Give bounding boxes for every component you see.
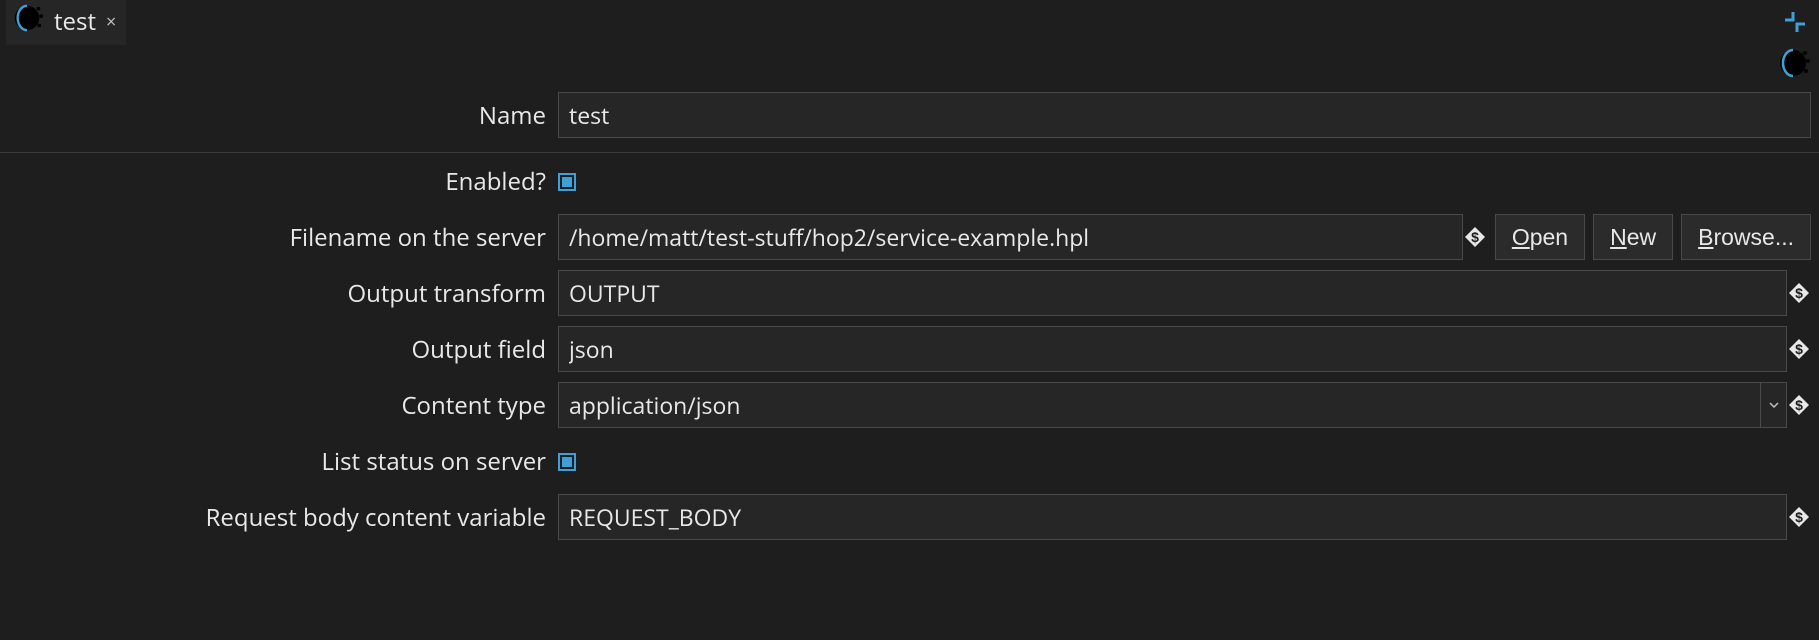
- content-type-input[interactable]: [559, 383, 1760, 427]
- tab-title: test: [54, 5, 96, 38]
- variable-icon[interactable]: [1787, 337, 1811, 361]
- content-type-combo[interactable]: [558, 382, 1787, 428]
- label-list-status: List status on server: [0, 445, 558, 478]
- row-enabled: Enabled?: [0, 153, 1819, 209]
- row-list-status: List status on server: [0, 433, 1819, 489]
- enabled-checkbox[interactable]: [558, 173, 576, 191]
- output-transform-input[interactable]: [558, 270, 1787, 316]
- row-output-field: Output field: [0, 321, 1819, 377]
- world-icon[interactable]: [1777, 47, 1811, 86]
- variable-icon[interactable]: [1787, 393, 1811, 417]
- close-icon[interactable]: ×: [106, 13, 116, 31]
- variable-icon[interactable]: [1787, 281, 1811, 305]
- row-request-body: Request body content variable: [0, 489, 1819, 545]
- list-status-checkbox[interactable]: [558, 453, 576, 471]
- open-rest: pen: [1530, 224, 1568, 250]
- variable-icon[interactable]: [1463, 225, 1487, 249]
- output-field-input[interactable]: [558, 326, 1787, 372]
- browse-button[interactable]: Browse...: [1681, 214, 1811, 260]
- tab-test[interactable]: test ×: [6, 0, 126, 45]
- collapse-icon[interactable]: [1777, 6, 1813, 38]
- open-button[interactable]: Open: [1495, 214, 1585, 260]
- filename-input[interactable]: [558, 214, 1463, 260]
- row-name: Name: [0, 88, 1819, 153]
- chevron-down-icon[interactable]: [1760, 383, 1786, 427]
- label-name: Name: [0, 99, 558, 132]
- tab-bar: test ×: [0, 0, 1819, 44]
- request-body-input[interactable]: [558, 494, 1787, 540]
- new-rest: ew: [1627, 224, 1656, 250]
- label-content-type: Content type: [0, 389, 558, 422]
- browse-rest: rowse...: [1713, 224, 1794, 250]
- new-button[interactable]: New: [1593, 214, 1673, 260]
- row-content-type: Content type: [0, 377, 1819, 433]
- label-request-body: Request body content variable: [0, 501, 558, 534]
- label-filename: Filename on the server: [0, 221, 558, 254]
- label-output-field: Output field: [0, 333, 558, 366]
- variable-icon[interactable]: [1787, 505, 1811, 529]
- form: Name Enabled? Filename on the server Ope…: [0, 88, 1819, 545]
- label-output-transform: Output transform: [0, 277, 558, 310]
- row-output-transform: Output transform: [0, 265, 1819, 321]
- world-icon: [12, 2, 44, 41]
- label-enabled: Enabled?: [0, 165, 558, 198]
- toolbar: [0, 44, 1819, 88]
- name-input[interactable]: [558, 92, 1811, 138]
- row-filename: Filename on the server Open New Browse..…: [0, 209, 1819, 265]
